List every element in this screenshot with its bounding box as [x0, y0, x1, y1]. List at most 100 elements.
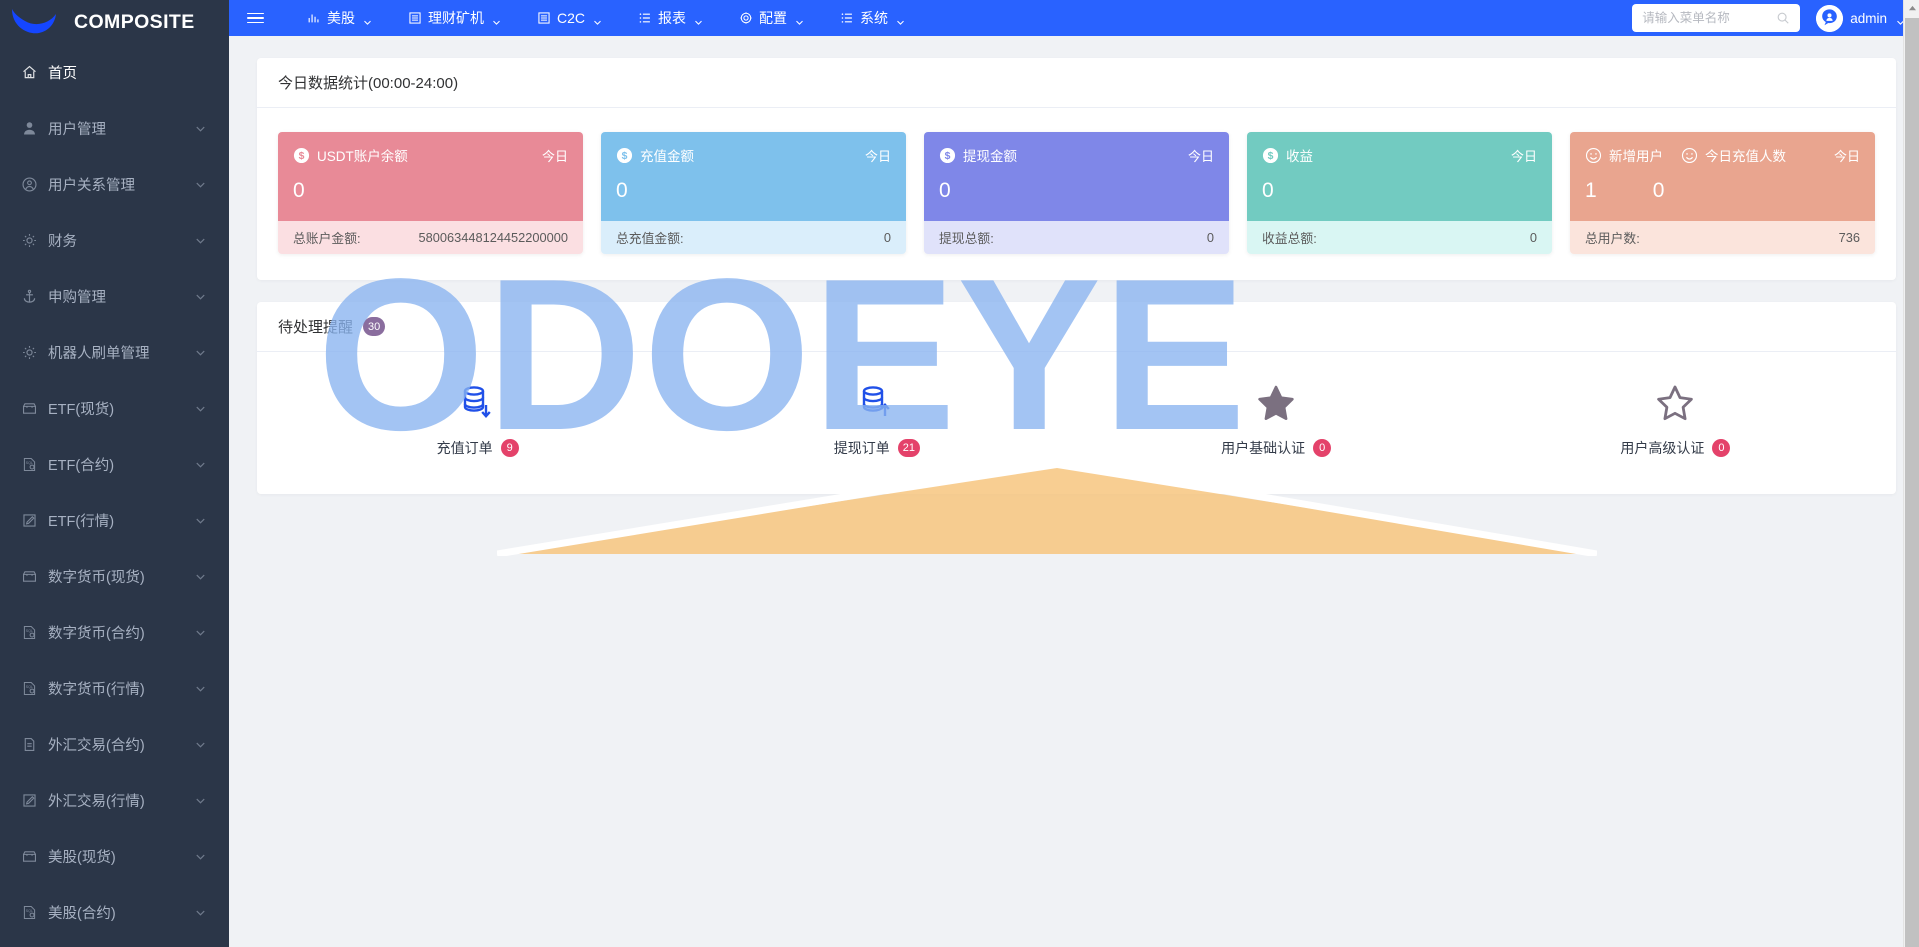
card-foot-value: 0 — [1529, 230, 1537, 245]
content-area: ODOEYE 今日数据统计(00:00-24:00) $ USDT账户余额 今日… — [229, 36, 1919, 947]
dollar-circle-icon: $ — [1262, 147, 1279, 164]
chevron-down-icon — [194, 850, 207, 863]
nav-item-c2c[interactable]: C2C — [519, 0, 620, 36]
svg-text:SQL: SQL — [25, 628, 32, 632]
card-top: $ 充值金额 今日 0 — [601, 132, 906, 221]
user-avatar-icon — [1816, 4, 1844, 32]
task-user-basic-verify[interactable]: 用户基础认证 0 — [1077, 380, 1476, 458]
today-tag: 今日 — [1510, 148, 1537, 164]
sidebar-item-label: 外汇交易(行情) — [48, 793, 145, 810]
sql-icon: SQL — [19, 622, 39, 642]
today-tag: 今日 — [541, 148, 568, 164]
sidebar-item-usstock-spot[interactable]: 美股(现货) — [0, 828, 229, 884]
sidebar-item-forex-contract[interactable]: 外汇交易(合约) — [0, 716, 229, 772]
card-top: $ 收益 今日 0 — [1247, 132, 1552, 221]
sidebar-item-crypto-spot[interactable]: 数字货币(现货) — [0, 548, 229, 604]
hamburger-icon[interactable] — [234, 0, 276, 36]
page-scrollbar[interactable] — [1903, 0, 1919, 947]
svg-text:$: $ — [945, 151, 951, 162]
stat-card-profit[interactable]: $ 收益 今日 0 收益总额: 0 — [1247, 132, 1552, 254]
user-menu[interactable]: admin — [1816, 4, 1905, 32]
sidebar-item-etf-contract[interactable]: SQL ETF(合约) — [0, 436, 229, 492]
stat-card-withdraw-amount[interactable]: $ 提现金额 今日 0 提现总额: 0 — [924, 132, 1229, 254]
sidebar-item-etf-spot[interactable]: ETF(现货) — [0, 380, 229, 436]
sidebar-item-label: 用户管理 — [48, 121, 106, 138]
nav-item-config[interactable]: 配置 — [721, 0, 822, 36]
card-values: 0 — [939, 180, 1214, 201]
stat-card-new-users[interactable]: 新增用户 今日充值人数 今日 1 0 总用户数: 736 — [1570, 132, 1875, 254]
sidebar-item-label: 申购管理 — [48, 289, 106, 306]
chevron-down-icon — [795, 14, 804, 25]
nav-item-wealth-mining[interactable]: 理财矿机 — [390, 0, 519, 36]
card-foot-label: 总充值金额: — [616, 231, 684, 246]
task-withdraw-orders[interactable]: 提现订单 21 — [677, 380, 1076, 458]
sidebar-item-label: 首页 — [48, 65, 77, 82]
chevron-down-icon — [593, 14, 602, 25]
sidebar-item-label: 用户关系管理 — [48, 177, 135, 194]
card-footer: 总账户金额: 580063448124452200000 — [278, 221, 583, 254]
svg-text:$: $ — [622, 151, 628, 162]
sidebar-item-forex-quotes[interactable]: 外汇交易(行情) — [0, 772, 229, 828]
sidebar-item-robot-order[interactable]: 机器人刷单管理 — [0, 324, 229, 380]
sidebar-item-finance[interactable]: 财务 — [0, 212, 229, 268]
nav-item-label: C2C — [557, 10, 586, 26]
pending-total-badge: 30 — [363, 317, 386, 336]
sidebar-item-user-management[interactable]: 用户管理 — [0, 100, 229, 156]
sidebar-item-subscription[interactable]: 申购管理 — [0, 268, 229, 324]
list-box-icon — [408, 11, 422, 25]
nav-item-label: 美股 — [327, 10, 355, 26]
card-footer: 提现总额: 0 — [924, 221, 1229, 254]
sidebar-item-label: 数字货币(合约) — [48, 625, 145, 642]
dollar-circle-icon: $ — [293, 147, 310, 164]
shop-icon — [19, 846, 39, 866]
stat-card-deposit-amount[interactable]: $ 充值金额 今日 0 总充值金额: 0 — [601, 132, 906, 254]
anchor-icon — [19, 286, 39, 306]
nav-item-reports[interactable]: 报表 — [620, 0, 721, 36]
card-foot-value: 0 — [1206, 230, 1214, 245]
top-navbar: 美股 理财矿机 C2C 报表 配置 系统 请输入菜单名称 admin — [229, 0, 1919, 36]
brand[interactable]: COMPOSITE — [0, 0, 229, 44]
task-label-wrap: 用户高级认证 0 — [1620, 438, 1731, 458]
metric-title: 充值金额 — [640, 149, 694, 164]
search-icon[interactable] — [1776, 11, 1790, 25]
stats-panel-title: 今日数据统计(00:00-24:00) — [278, 75, 459, 92]
search-input[interactable] — [1642, 11, 1777, 25]
nav-item-usstock[interactable]: 美股 — [289, 0, 390, 36]
task-count-badge: 0 — [1712, 439, 1731, 457]
card-top: $ 提现金额 今日 0 — [924, 132, 1229, 221]
shop-icon — [19, 566, 39, 586]
svg-text:SQL: SQL — [25, 684, 32, 688]
chevron-down-icon — [194, 794, 207, 807]
metric-head: 今日充值人数 — [1681, 145, 1786, 165]
smiley-icon — [1585, 147, 1602, 164]
menu-search-box[interactable] — [1632, 4, 1801, 32]
sidebar-item-label: 数字货币(现货) — [48, 569, 145, 586]
task-deposit-orders[interactable]: 充值订单 9 — [278, 380, 677, 458]
pending-panel: 待处理提醒 30 充值订单 9 提现订单 21 用户基础认证 0 用户高级认证 … — [257, 302, 1896, 494]
stat-card-usdt-balance[interactable]: $ USDT账户余额 今日 0 总账户金额: 58006344812445220… — [278, 132, 583, 254]
crescent-logo-icon — [9, 5, 61, 39]
sidebar-item-crypto-quotes[interactable]: SQL 数字货币(行情) — [0, 660, 229, 716]
gear-icon — [19, 342, 39, 362]
nav-item-system[interactable]: 系统 — [822, 0, 923, 36]
smiley-icon — [1681, 147, 1698, 164]
pending-panel-header: 待处理提醒 30 — [257, 302, 1896, 352]
sidebar-item-home[interactable]: 首页 — [0, 44, 229, 100]
chevron-down-icon — [363, 14, 372, 25]
card-values: 0 — [293, 180, 568, 201]
sidebar-item-user-relationship[interactable]: 用户关系管理 — [0, 156, 229, 212]
nav-item-label: 理财矿机 — [428, 10, 484, 26]
scrollbar-thumb[interactable] — [1905, 18, 1919, 947]
task-label-wrap: 提现订单 21 — [834, 438, 920, 458]
sidebar-item-crypto-contract[interactable]: SQL 数字货币(合约) — [0, 604, 229, 660]
card-values: 0 — [1262, 180, 1537, 201]
task-user-advanced-verify[interactable]: 用户高级认证 0 — [1476, 380, 1875, 458]
database-upload-icon — [855, 380, 899, 426]
metric-title: 收益 — [1286, 149, 1313, 164]
card-footer: 收益总额: 0 — [1247, 221, 1552, 254]
scroll-up-arrow-icon[interactable] — [1904, 0, 1919, 17]
sidebar-item-etf-quotes[interactable]: ETF(行情) — [0, 492, 229, 548]
user-icon — [19, 118, 39, 138]
dollar-circle-icon: $ — [616, 147, 633, 164]
sidebar-item-usstock-contract[interactable]: SQL 美股(合约) — [0, 884, 229, 940]
